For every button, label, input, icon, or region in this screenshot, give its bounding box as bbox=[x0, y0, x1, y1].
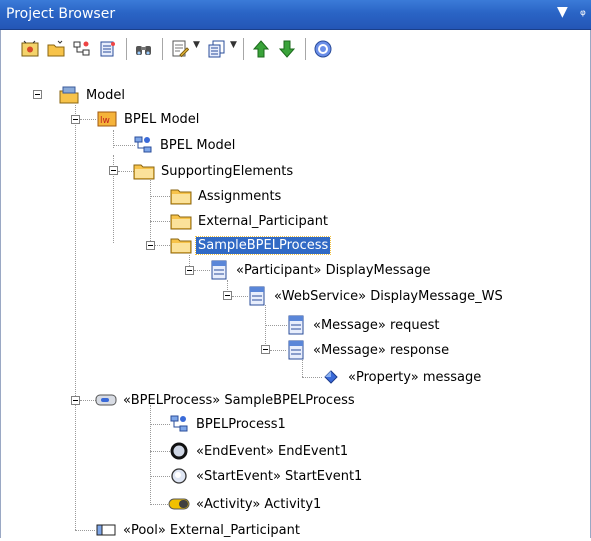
bpel-package-icon: lw bbox=[96, 108, 118, 130]
process-icon bbox=[95, 389, 117, 411]
tree-node-label: «WebService» DisplayMessage_WS bbox=[274, 288, 503, 304]
tree-node[interactable]: «Message» response bbox=[285, 339, 451, 361]
folder-icon bbox=[170, 185, 192, 207]
class-icon bbox=[285, 339, 307, 361]
tree-node-label: BPELProcess1 bbox=[196, 416, 286, 432]
tree-node-label: «Participant» DisplayMessage bbox=[236, 262, 431, 278]
tree-node-label: Model bbox=[86, 87, 126, 103]
collapse-toggle[interactable] bbox=[185, 266, 194, 275]
collapse-toggle[interactable] bbox=[223, 291, 232, 300]
tree-node[interactable]: «WebService» DisplayMessage_WS bbox=[246, 285, 505, 307]
bpel-diagram-icon bbox=[132, 134, 154, 156]
tree-node-label: External_Participant bbox=[198, 213, 329, 229]
collapse-toggle[interactable] bbox=[71, 115, 80, 124]
collapse-toggle[interactable] bbox=[261, 345, 270, 354]
collapse-toggle[interactable] bbox=[33, 90, 42, 99]
tree-node-label: «EndEvent» EndEvent1 bbox=[196, 443, 349, 459]
collapse-toggle[interactable] bbox=[146, 241, 155, 250]
tree-node-label: SupportingElements bbox=[161, 163, 294, 179]
tree-node[interactable]: «StartEvent» StartEvent1 bbox=[168, 465, 364, 487]
property-icon bbox=[320, 366, 342, 388]
tree-node[interactable]: «Message» request bbox=[285, 314, 441, 336]
tree-node-label: «BPELProcess» SampleBPELProcess bbox=[123, 392, 355, 408]
start-event-icon bbox=[168, 465, 190, 487]
tree-node[interactable]: lw BPEL Model bbox=[96, 108, 201, 130]
tree-node[interactable]: «BPELProcess» SampleBPELProcess bbox=[95, 389, 357, 411]
end-event-icon bbox=[168, 440, 190, 462]
model-root-icon bbox=[58, 84, 80, 106]
tree-node[interactable]: «Property» message bbox=[320, 366, 483, 388]
tree-node[interactable]: «EndEvent» EndEvent1 bbox=[168, 440, 350, 462]
tree-node-label: BPEL Model bbox=[160, 137, 236, 153]
tree-node[interactable]: BPELProcess1 bbox=[168, 413, 288, 435]
tree-node-label: «Message» response bbox=[313, 342, 450, 358]
tree-node[interactable]: Model bbox=[58, 84, 127, 106]
class-icon bbox=[246, 285, 268, 307]
tree-node[interactable]: External_Participant bbox=[170, 210, 330, 232]
tree-node[interactable]: BPEL Model bbox=[132, 134, 237, 156]
activity-icon bbox=[168, 493, 190, 515]
tree-node[interactable]: «Activity» Activity1 bbox=[168, 493, 323, 515]
folder-icon bbox=[133, 160, 155, 182]
project-tree: Model lw BPEL Model BPEL Model Supportin… bbox=[0, 0, 591, 538]
collapse-toggle[interactable] bbox=[71, 396, 80, 405]
tree-node-selected[interactable]: SampleBPELProcess bbox=[170, 234, 332, 256]
tree-node-label: SampleBPELProcess bbox=[194, 235, 332, 255]
class-icon bbox=[285, 314, 307, 336]
bpel-diagram-icon bbox=[168, 413, 190, 435]
tree-node-label: «Pool» External_Participant bbox=[123, 522, 300, 538]
tree-node-label: «Property» message bbox=[348, 369, 482, 385]
tree-node-label: «StartEvent» StartEvent1 bbox=[196, 468, 363, 484]
folder-icon bbox=[170, 210, 192, 232]
class-icon bbox=[208, 259, 230, 281]
tree-node-label: Assignments bbox=[198, 188, 282, 204]
tree-node[interactable]: Assignments bbox=[170, 185, 283, 207]
tree-node-label: BPEL Model bbox=[124, 111, 200, 127]
tree-node-label: «Message» request bbox=[313, 317, 440, 333]
folder-icon bbox=[170, 234, 192, 256]
tree-node[interactable]: «Participant» DisplayMessage bbox=[208, 259, 433, 281]
svg-text:lw: lw bbox=[100, 116, 110, 126]
tree-node[interactable]: SupportingElements bbox=[133, 160, 295, 182]
tree-node-label: «Activity» Activity1 bbox=[196, 496, 322, 512]
collapse-toggle[interactable] bbox=[109, 166, 118, 175]
